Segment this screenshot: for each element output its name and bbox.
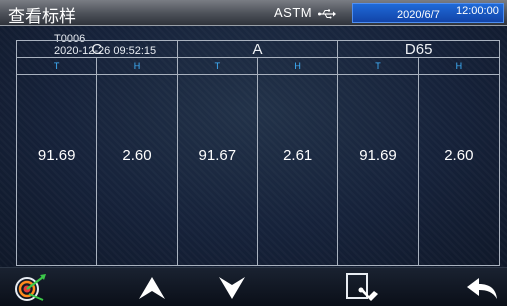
- subheader-t: T: [338, 58, 419, 75]
- back-button[interactable]: [460, 268, 504, 306]
- standard-label: ASTM: [274, 5, 313, 20]
- scroll-down-button[interactable]: [208, 268, 256, 306]
- back-icon: [467, 277, 497, 299]
- illuminant-header-a: A: [177, 41, 339, 58]
- value-d65-h: 2.60: [444, 147, 474, 164]
- usb-icon: [318, 9, 336, 19]
- target-button[interactable]: [6, 268, 54, 306]
- page-title: 查看标样: [8, 7, 76, 27]
- subheader-t: T: [17, 58, 98, 75]
- value-a-t: 91.67: [178, 75, 258, 265]
- illuminant-header-d65: D65: [338, 41, 499, 58]
- illuminant-header-c: C: [17, 41, 178, 58]
- subheader-h: H: [97, 58, 178, 75]
- arrow-up-icon: [139, 276, 165, 299]
- bottom-toolbar: [0, 267, 507, 306]
- results-table: C A D65 T H T H T H 91.69 2.60 91.67 2.6…: [16, 40, 500, 266]
- target-icon: [15, 273, 46, 301]
- subheader-t: T: [177, 58, 258, 75]
- value-c-h: 2.60: [97, 75, 178, 265]
- arrow-down-icon: [219, 276, 245, 299]
- value-a-h: 2.61: [258, 75, 339, 265]
- value-c-t: 91.69: [17, 75, 98, 265]
- scroll-up-button[interactable]: [128, 268, 176, 306]
- title-bar: 查看标样 ASTM 2020/6/7 12:00:00: [0, 0, 507, 27]
- value-d65-t: 91.69: [338, 75, 419, 265]
- subheader-h: H: [418, 58, 499, 75]
- select-icon: [346, 272, 378, 301]
- subheader-h: H: [258, 58, 339, 75]
- select-button[interactable]: [336, 268, 386, 306]
- date-label: 2020/6/7: [397, 9, 440, 21]
- time-label: 12:00:00: [456, 5, 499, 17]
